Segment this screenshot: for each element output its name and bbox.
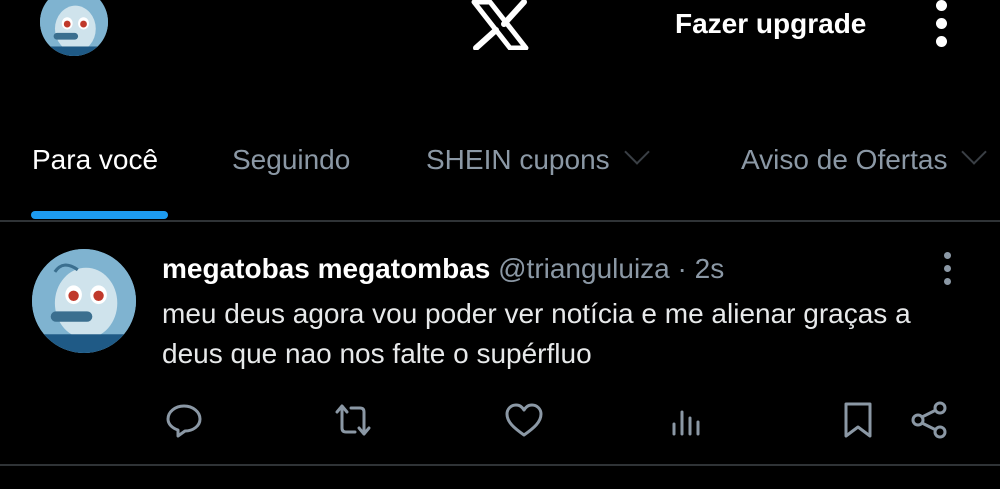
avatar-image [32,249,136,353]
tweet-divider [0,464,1000,466]
tab-aviso-de-ofertas[interactable]: Aviso de Ofertas [741,139,988,180]
tab-label: Seguindo [232,144,351,175]
tweet-header: megatobas megatombas @trianguluiza · 2s [162,251,724,287]
views-icon[interactable] [664,398,708,442]
user-handle[interactable]: @trianguluiza [498,253,670,284]
top-bar: Fazer upgrade [0,0,1000,80]
avatar[interactable] [32,249,136,353]
bookmark-icon[interactable] [836,398,880,442]
like-icon[interactable] [502,398,546,442]
reply-icon[interactable] [162,398,206,442]
more-vertical-icon[interactable] [930,0,954,50]
tab-para-voce[interactable]: Para você [32,140,158,180]
tab-label: Aviso de Ofertas [741,144,948,175]
share-icon[interactable] [908,398,952,442]
chevron-down-icon [961,139,988,165]
profile-avatar[interactable] [40,0,108,56]
tweet-text: meu deus agora vou poder ver notícia e m… [162,298,911,369]
separator-dot: · [677,253,687,284]
more-vertical-icon[interactable] [936,252,960,286]
tweet-time[interactable]: 2s [695,253,725,284]
x-logo-icon[interactable] [470,0,530,51]
tab-seguindo[interactable]: Seguindo [232,140,350,180]
tab-label: SHEIN cupons [426,144,610,175]
active-tab-indicator [31,211,168,219]
tweet[interactable]: megatobas megatombas @trianguluiza · 2s … [0,222,1000,466]
display-name[interactable]: megatobas megatombas [162,253,490,284]
upgrade-button[interactable]: Fazer upgrade [675,6,866,42]
tab-label: Para você [32,144,159,175]
tab-shein-cupons[interactable]: SHEIN cupons [426,139,650,180]
chevron-down-icon [623,139,650,165]
timeline-tabs: Para você Seguindo SHEIN cupons Aviso de… [0,120,1000,220]
avatar-image [40,0,108,56]
retweet-icon[interactable] [331,398,375,442]
